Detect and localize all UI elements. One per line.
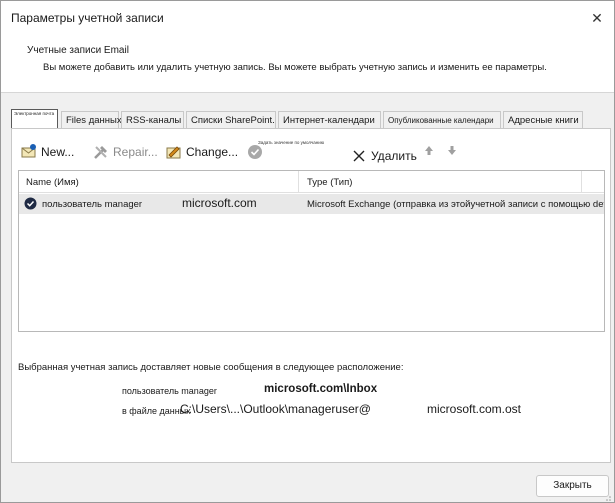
new-button[interactable]: New... [20,141,74,163]
account-domain: microsoft.com [182,196,257,210]
footer: Закрыть [1,463,614,503]
header-panel: Учетные записи Email Вы можете добавить … [1,35,614,93]
close-button[interactable]: Закрыть [536,475,609,497]
header-description: Вы можете добавить или удалить учетную з… [43,62,547,73]
email-tab-panel: New... Repair... Change... Задать значен… [11,128,611,463]
close-icon[interactable]: ✕ [586,7,608,29]
account-list: Name (Имя) Type (Тип) пользователь manag… [18,170,605,332]
tab-strip: Электронная почта Files данных RSS-канал… [11,109,611,129]
tab-sharepoint-lists[interactable]: Списки SharePoint. [186,111,276,129]
remove-button-label: Удалить [371,149,417,163]
change-account-icon [165,143,183,161]
new-account-icon [20,143,38,161]
new-button-label: New... [41,145,75,159]
account-type: Microsoft Exchange (отправка из этойучет… [307,199,605,210]
delivery-path: C:\Users\...\Outlook\manageruser@ [180,402,371,416]
account-settings-dialog: Параметры учетной записи ✕ Учетные запис… [0,0,615,503]
title-bar: Параметры учетной записи ✕ [1,1,614,35]
delivery-inbox: microsoft.com\Inbox [264,383,378,395]
tab-rss-feeds[interactable]: RSS-каналы [121,111,184,129]
move-up-icon[interactable] [422,144,436,158]
column-header-type[interactable]: Type (Тип) [299,171,582,193]
delivery-ost-file: microsoft.com.ost [427,402,522,416]
tab-data-files[interactable]: Files данных [61,111,122,129]
remove-button[interactable]: Удалить [350,145,417,167]
tab-email[interactable]: Электронная почта [11,109,58,129]
list-header: Name (Имя) Type (Тип) [19,171,604,193]
change-button-label: Change... [186,145,239,159]
tab-internet-calendars[interactable]: Интернет-календари [278,111,381,129]
repair-button[interactable]: Repair... [92,141,158,163]
repair-tools-icon [92,143,110,161]
table-row[interactable]: пользователь manager microsoft.com Micro… [19,194,605,214]
remove-x-icon [350,147,368,165]
checkmark-circle-icon [246,143,264,161]
tab-address-books[interactable]: Адресные книги [503,111,583,129]
column-header-name[interactable]: Name (Имя) [19,171,299,193]
set-default-label: Задать значение по умолчанию [258,140,325,145]
delivery-user: пользователь manager [122,386,217,396]
move-down-icon[interactable] [445,144,459,158]
window-title: Параметры учетной записи [11,11,164,25]
toolbar: New... Repair... Change... Задать значен… [20,140,605,163]
change-button[interactable]: Change... [165,141,238,163]
account-name: пользователь manager [42,199,143,210]
header-title: Учетные записи Email [27,45,129,56]
tab-published-calendars[interactable]: Опубликованные календари [383,111,501,129]
delivery-info-text: Выбранная учетная запись доставляет новы… [18,362,404,373]
resize-grip-icon[interactable] [603,491,611,503]
default-account-icon [24,197,37,210]
repair-button-label: Repair... [113,145,158,159]
